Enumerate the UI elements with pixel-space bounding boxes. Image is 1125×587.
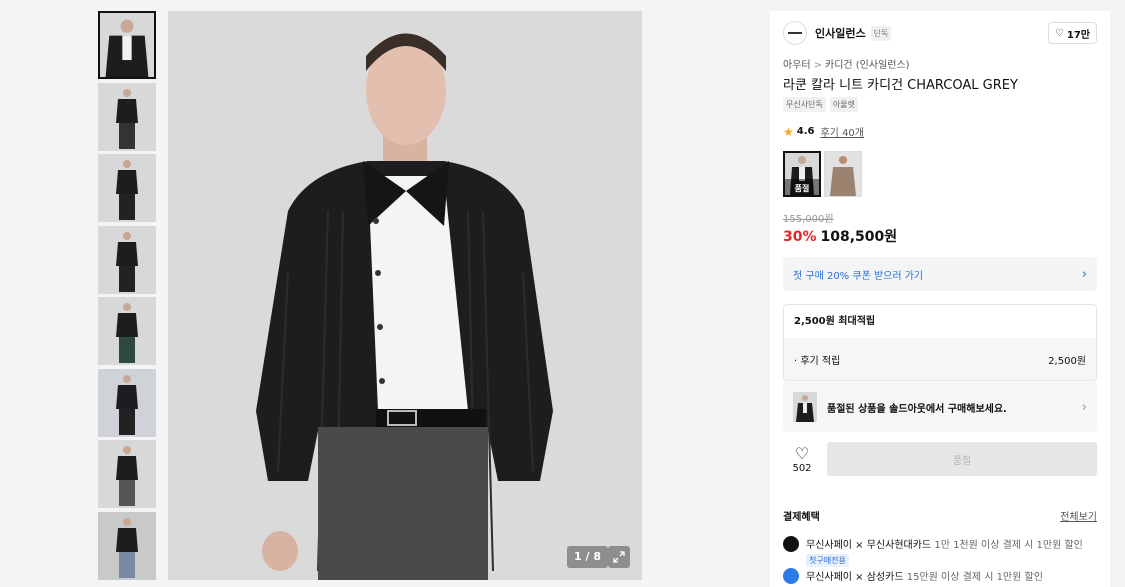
breadcrumb-outer[interactable]: 아우터 [783, 60, 811, 71]
soldout-button[interactable]: 품절 [827, 442, 1097, 476]
brand-like-button[interactable]: ♡ 17만 [1047, 22, 1097, 44]
product-info-panel: 인사일런스 단독 ♡ 17만 아우터 > 카디건 (인사일런스) 라쿤 칼라 니트 … [770, 11, 1110, 587]
points-row-label: · 후기 적립 [794, 356, 841, 367]
gallery-thumbnail[interactable] [98, 297, 156, 365]
brand-like-count: 17만 [1066, 29, 1090, 41]
gallery-thumbnail[interactable] [98, 82, 156, 151]
color-thumb-beige [825, 152, 861, 196]
original-price: 155,000원 [783, 214, 834, 225]
price-row: 30% 108,500원 [783, 226, 897, 246]
heart-icon: ♡ [1054, 27, 1064, 39]
payment-view-all-link[interactable]: 전체보기 [1060, 508, 1097, 523]
gallery-thumbnail[interactable] [98, 368, 156, 437]
payment-benefit-desc: 15만원 이상 결제 시 1만원 할인 [906, 572, 1043, 583]
payment-benefit-name: 무신사페이 × 무신사현대카드 [806, 540, 932, 551]
resale-thumbnail [793, 392, 817, 422]
heart-icon: ♡ [794, 443, 810, 463]
color-option-charcoal[interactable]: 품절 [783, 151, 821, 197]
sale-price: 108,500원 [820, 229, 898, 245]
wishlist-count: 502 [792, 462, 812, 474]
rating-row: ★ 4.6 후기 40개 [783, 124, 864, 140]
reviews-link[interactable]: 후기 40개 [820, 124, 864, 139]
brand-name[interactable]: 인사일런스 [815, 25, 866, 41]
gallery-thumbnail[interactable] [98, 225, 156, 294]
hyundai-card-icon [783, 536, 799, 552]
model-photo [168, 11, 642, 580]
discount-rate: 30% [783, 229, 817, 245]
payment-benefit-chip: 첫구매전용 [806, 554, 849, 567]
soldout-resale-banner[interactable]: 품절된 상품을 솔드아웃에서 구매해보세요. › [783, 382, 1097, 432]
image-counter: 1 / 8 [567, 546, 608, 568]
exclusive-badge: 단독 [870, 25, 892, 41]
thumbnail-list [98, 11, 156, 583]
expand-icon[interactable] [608, 546, 630, 568]
color-options: 품절 [783, 151, 862, 197]
soldout-label: 품절 [794, 184, 810, 193]
payment-benefit-item: 무신사페이 × 무신사현대카드 1만 1천원 이상 결제 시 1만원 할인 첫구… [783, 536, 1097, 567]
gallery-thumbnail[interactable] [98, 154, 156, 222]
chevron-right-icon: › [1081, 266, 1087, 282]
payment-benefits-header: 결제혜택 전체보기 [783, 508, 1097, 523]
breadcrumb: 아우터 > 카디건 (인사일런스) [783, 56, 910, 71]
product-page: 1 / 8 인사일런스 단독 ♡ 17만 아우터 > 카디건 (인사일런스) 라쿤 … [0, 0, 1125, 587]
resale-text: 품절된 상품을 솔드아웃에서 구매해보세요. [827, 403, 1007, 415]
main-product-image[interactable]: 1 / 8 [168, 11, 642, 580]
gallery-thumbnail[interactable] [98, 511, 156, 580]
points-box: 2,500원 최대적립 · 후기 적립 2,500원 [783, 304, 1097, 381]
coupon-text: 첫 구매 20% 쿠폰 받으러 가기 [793, 270, 924, 282]
samsung-card-icon [783, 568, 799, 584]
star-icon: ★ [783, 124, 794, 139]
points-row-value: 2,500원 [1048, 356, 1086, 367]
first-purchase-coupon-banner[interactable]: 첫 구매 20% 쿠폰 받으러 가기 › [783, 257, 1097, 291]
color-option-beige[interactable] [824, 151, 862, 197]
gallery-thumbnail[interactable] [98, 440, 156, 508]
brand-row: 인사일런스 단독 ♡ 17만 [783, 21, 1097, 45]
product-title: 라쿤 칼라 니트 카디건 CHARCOAL GREY [783, 78, 1018, 93]
points-header: 2,500원 최대적립 [794, 316, 876, 327]
points-row: · 후기 적립 2,500원 [784, 338, 1096, 380]
tag-exclusive: 무신사단독 [783, 97, 826, 112]
gallery-thumbnail[interactable] [98, 11, 156, 79]
payment-benefit-item: 무신사페이 × 삼성카드 15만원 이상 결제 시 1만원 할인 [783, 568, 1097, 584]
payment-benefit-desc: 1만 1천원 이상 결제 시 1만원 할인 [934, 540, 1083, 551]
purchase-row: ♡ 502 품절 [783, 441, 1097, 477]
wishlist-button[interactable]: ♡ 502 [783, 443, 821, 474]
chevron-right-icon: › [1081, 399, 1087, 415]
product-tags: 무신사단독 아울렛 [783, 97, 858, 112]
rating-value: 4.6 [796, 126, 815, 137]
chevron-right-icon: > [813, 60, 822, 71]
payment-benefits-title: 결제혜택 [783, 512, 820, 523]
breadcrumb-cardigan[interactable]: 카디건 (인사일런스) [825, 60, 910, 71]
tag-outlet: 아울렛 [829, 97, 858, 112]
brand-logo[interactable] [783, 21, 807, 45]
payment-benefit-name: 무신사페이 × 삼성카드 [806, 572, 904, 583]
